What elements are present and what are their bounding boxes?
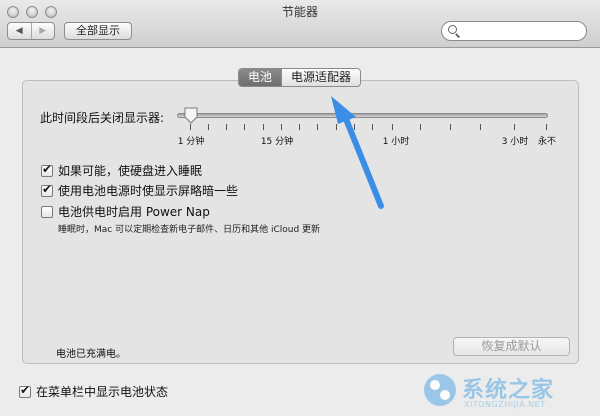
title-toolbar: 节能器 ◀ ▶ 全部显示	[0, 0, 600, 48]
restore-default-button[interactable]: 恢复成默认	[453, 337, 570, 356]
watermark-subtext: XITONGZHIJIA.NET	[464, 400, 546, 409]
tick-label-15min: 15 分钟	[260, 137, 294, 147]
checkbox-power-nap[interactable]	[41, 205, 53, 218]
option-dim-display-label: 使用电池电源时使显示屏略暗一些	[58, 184, 239, 198]
tick-label-3hours: 3 小时	[501, 137, 529, 147]
window-title: 节能器	[281, 5, 318, 19]
tab-power-adapter[interactable]: 电源适配器	[281, 69, 361, 86]
option-hard-disk-sleep[interactable]: 如果可能，使硬盘进入睡眠	[41, 162, 202, 179]
search-input[interactable]	[462, 24, 584, 40]
tick-label-1hour: 1 小时	[382, 137, 410, 147]
forward-button[interactable]: ▶	[30, 23, 55, 39]
watermark-logo-icon	[424, 374, 456, 406]
tick-label-never: 永不	[537, 137, 557, 147]
option-hard-disk-sleep-label: 如果可能，使硬盘进入睡眠	[58, 164, 203, 178]
forward-arrow-icon: ▶	[39, 26, 47, 36]
energy-saver-window: 节能器 ◀ ▶ 全部显示 电池 电源适配器 此时间段后关闭显示器: 1 分钟 1…	[0, 0, 600, 416]
checkbox-hard-disk-sleep[interactable]	[41, 162, 53, 177]
checkbox-show-in-menubar[interactable]	[19, 383, 31, 398]
option-show-in-menubar[interactable]: 在菜单栏中显示电池状态	[19, 383, 168, 400]
option-power-nap[interactable]: 电池供电时启用 Power Nap	[41, 203, 210, 220]
show-all-button[interactable]: 全部显示	[64, 22, 132, 40]
back-button[interactable]: ◀	[8, 23, 31, 39]
option-power-nap-label: 电池供电时启用 Power Nap	[58, 205, 210, 219]
battery-status: 电池已充满电。	[56, 349, 126, 360]
option-show-in-menubar-label: 在菜单栏中显示电池状态	[36, 385, 169, 399]
option-dim-display[interactable]: 使用电池电源时使显示屏略暗一些	[41, 182, 238, 199]
slider-thumb[interactable]	[183, 107, 199, 124]
tab-battery[interactable]: 电池	[239, 69, 282, 86]
checkbox-dim-display[interactable]	[41, 182, 53, 197]
slider-ticks	[0, 124, 600, 132]
watermark: 系统之家 XITONGZHIJIA.NET	[420, 368, 598, 414]
navigation-buttons: ◀ ▶	[7, 22, 55, 40]
power-nap-description: 睡眠时，Mac 可以定期检查新电子邮件、日历和其他 iCloud 更新	[58, 225, 321, 235]
search-icon	[448, 25, 457, 34]
back-arrow-icon: ◀	[15, 26, 23, 36]
display-sleep-slider[interactable]	[177, 113, 548, 118]
power-source-tabs: 电池 电源适配器	[238, 68, 362, 87]
search-field[interactable]	[441, 21, 587, 41]
tick-label-1min: 1 分钟	[177, 137, 205, 147]
